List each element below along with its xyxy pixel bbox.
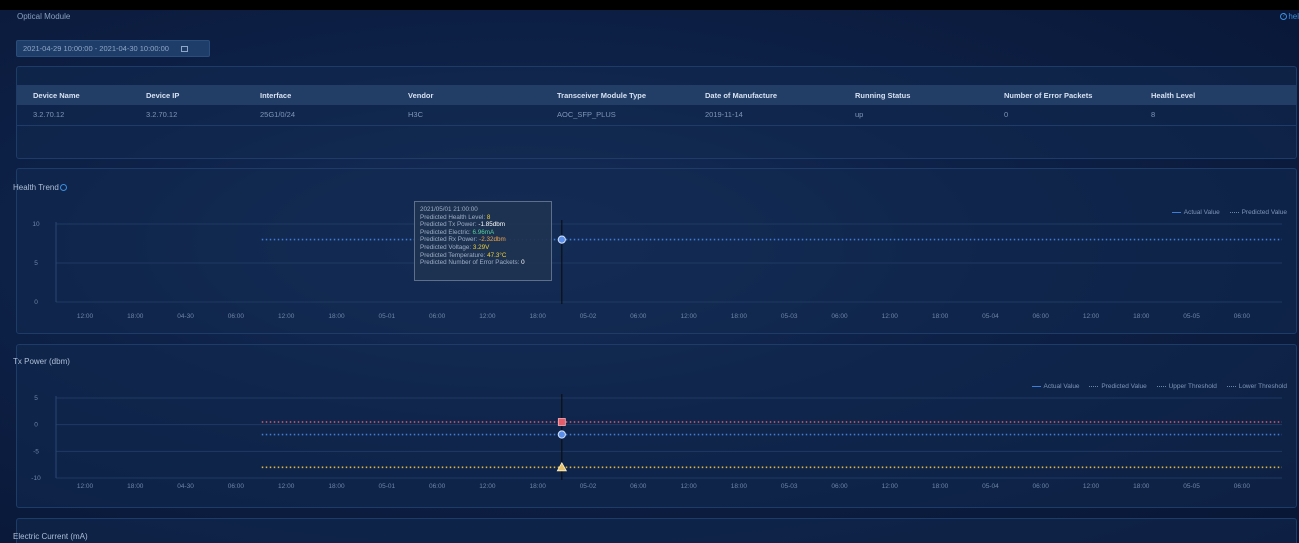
highlight-upper-marker: [557, 418, 566, 426]
x-tick-label: 18:00: [1133, 483, 1150, 490]
tooltip-time: 2021/05/01 21:00:00: [420, 206, 478, 213]
x-tick-label: 06:00: [1033, 483, 1050, 490]
x-tick-label: 18:00: [530, 483, 547, 490]
x-tick-label: 05-03: [781, 313, 798, 320]
x-tick-label: 06:00: [1033, 313, 1050, 320]
tooltip-value: -2.32dbm: [479, 236, 506, 244]
x-tick-label: 05-01: [378, 313, 395, 320]
x-tick-label: 06:00: [228, 483, 245, 490]
x-tick-label: 04-30: [177, 483, 194, 490]
y-tick-label: 5: [34, 260, 38, 267]
x-tick-label: 05-04: [982, 313, 999, 320]
x-tick-label: 06:00: [831, 313, 848, 320]
x-tick-label: 12:00: [1083, 483, 1100, 490]
tooltip-value: 6.96mA: [472, 228, 495, 236]
tooltip-row: Predicted Number of Error Packets: 0: [420, 259, 546, 267]
y-tick-label: -5: [33, 448, 39, 455]
x-tick-label: 18:00: [1133, 313, 1150, 320]
tooltip-label: Predicted Number of Error Packets:: [420, 259, 520, 267]
x-tick-label: 06:00: [429, 313, 446, 320]
x-tick-label: 04-30: [177, 313, 194, 320]
x-tick-label: 05-04: [982, 483, 999, 490]
y-tick-label: 0: [34, 422, 38, 429]
x-tick-label: 18:00: [731, 313, 748, 320]
x-tick-label: 12:00: [680, 313, 697, 320]
highlight-point: [557, 430, 566, 439]
tooltip-row: Predicted Rx Power: -2.32dbm: [420, 236, 546, 244]
tooltip-value: -1.85dbm: [478, 221, 505, 229]
y-tick-label: 5: [34, 395, 38, 402]
tooltip-label: Predicted Health Level:: [420, 213, 486, 221]
x-tick-label: 18:00: [328, 483, 345, 490]
x-tick-label: 12:00: [882, 313, 899, 320]
tooltip-row: Predicted Electric: 6.96mA: [420, 229, 546, 237]
x-tick-label: 06:00: [1234, 483, 1251, 490]
x-tick-label: 18:00: [932, 483, 949, 490]
x-tick-label: 18:00: [328, 313, 345, 320]
x-tick-label: 18:00: [127, 313, 144, 320]
x-tick-label: 18:00: [932, 313, 949, 320]
x-tick-label: 05-02: [580, 483, 597, 490]
x-tick-label: 12:00: [77, 483, 94, 490]
x-tick-label: 18:00: [127, 483, 144, 490]
x-tick-label: 06:00: [831, 483, 848, 490]
x-tick-label: 12:00: [77, 313, 94, 320]
x-tick-label: 12:00: [479, 483, 496, 490]
x-tick-label: 05-05: [1183, 313, 1200, 320]
y-tick-label: 0: [34, 299, 38, 306]
tooltip-label: Predicted Rx Power:: [420, 236, 478, 244]
x-tick-label: 06:00: [429, 483, 446, 490]
tooltip-label: Predicted Voltage:: [420, 243, 472, 251]
tooltip-label: Predicted Electric:: [420, 228, 471, 236]
tooltip-row: Predicted Temperature: 47.3°C: [420, 252, 546, 260]
x-tick-label: 12:00: [278, 313, 295, 320]
y-tick-label: -10: [31, 475, 41, 482]
x-tick-label: 12:00: [882, 483, 899, 490]
x-tick-label: 06:00: [228, 313, 245, 320]
tooltip-row: Predicted Health Level: 8: [420, 214, 546, 222]
tooltip-row: Predicted Voltage: 3.29V: [420, 244, 546, 252]
x-tick-label: 18:00: [530, 313, 547, 320]
y-tick-label: 10: [32, 221, 40, 228]
x-tick-label: 06:00: [630, 313, 647, 320]
x-tick-label: 05-02: [580, 313, 597, 320]
tooltip-value: 8: [486, 213, 491, 221]
x-tick-label: 18:00: [731, 483, 748, 490]
tooltip-value: 47.3°C: [487, 251, 507, 259]
x-tick-label: 06:00: [1234, 313, 1251, 320]
charts-svg: 10 5 0 12:00 18:00 04-30 06:00 12:00 18:00 05-01 0…: [31, 220, 1282, 490]
tooltip-row: Predicted Tx Power: -1.85dbm: [420, 221, 546, 229]
chart-tooltip: 2021/05/01 21:00:00 Predicted Health Lev…: [414, 201, 552, 281]
tooltip-label: Predicted Temperature:: [420, 251, 486, 259]
tooltip-value: 3.29V: [472, 243, 490, 251]
tooltip-value: 0: [521, 259, 525, 267]
tooltip-label: Predicted Tx Power:: [420, 221, 477, 229]
x-tick-label: 12:00: [479, 313, 496, 320]
x-tick-label: 12:00: [1083, 313, 1100, 320]
highlight-point: [557, 235, 566, 244]
x-tick-label: 05-01: [378, 483, 395, 490]
x-tick-label: 05-03: [781, 483, 798, 490]
x-tick-label: 06:00: [630, 483, 647, 490]
x-tick-label: 12:00: [680, 483, 697, 490]
x-tick-label: 12:00: [278, 483, 295, 490]
x-tick-label: 05-05: [1183, 483, 1200, 490]
